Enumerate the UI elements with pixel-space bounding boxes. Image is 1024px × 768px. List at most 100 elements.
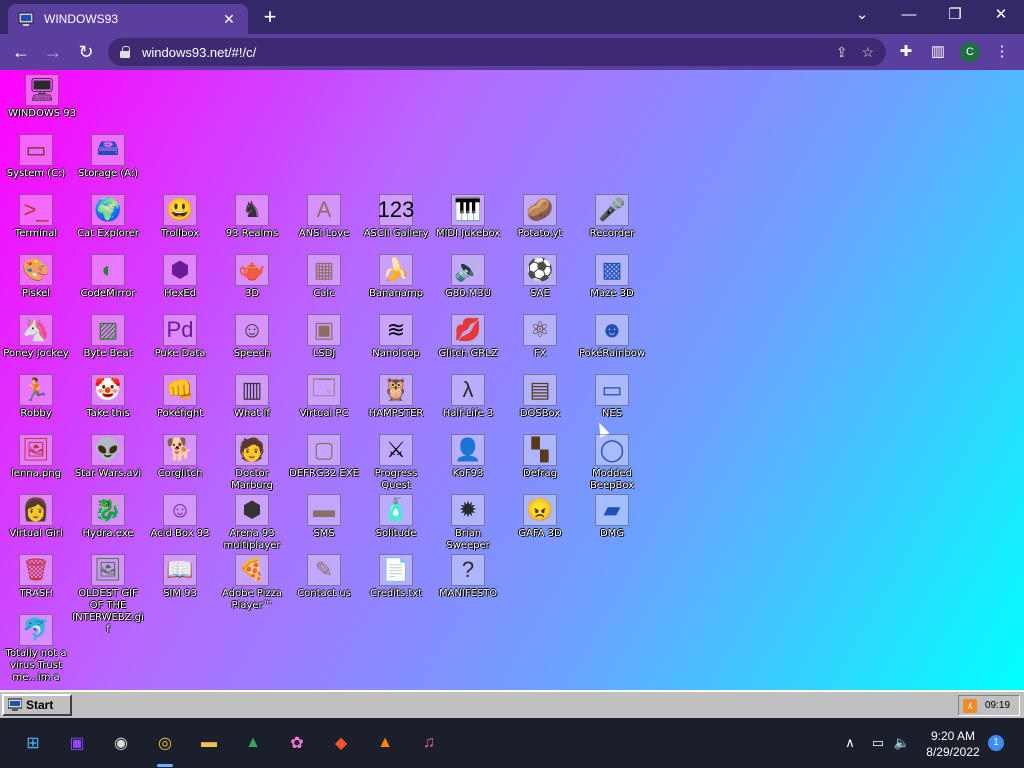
desktop-icon[interactable]: ⚔ Progress Quest [360, 434, 432, 492]
bookmark-star-icon[interactable]: ☆ [861, 44, 874, 61]
desktop-icon[interactable]: 👩 Virtual Girl [0, 494, 72, 540]
hydra-icon[interactable]: 🐉 [91, 494, 125, 526]
owl-icon[interactable]: 🦉 [379, 374, 413, 406]
os-clock[interactable]: 9:20 AM 8/29/2022 [918, 728, 988, 760]
itunes-icon[interactable]: ♫ [416, 730, 442, 756]
keyboard-icon[interactable]: 🎹 [451, 194, 485, 226]
desktop-icon[interactable]: 🧴 Solitude [360, 494, 432, 540]
desktop-icon[interactable]: 🎤 Recorder [576, 194, 648, 240]
desktop-icon[interactable]: 🎹 MIDI Jukebox [432, 194, 504, 240]
desktop-icon[interactable]: 🧑 Doctor Marburg [216, 434, 288, 492]
reload-button[interactable]: ↻ [73, 40, 99, 64]
computer-icon[interactable]: 🖥 [25, 74, 59, 106]
stickman-icon[interactable]: 🏃 [19, 374, 53, 406]
drive-icon[interactable]: ▭ [19, 134, 53, 166]
atom-icon[interactable]: ⚛ [523, 314, 557, 346]
desktop-icon[interactable]: 🖥 WINDOWS 93 [6, 74, 78, 120]
maze-icon[interactable]: ▩ [595, 254, 629, 286]
desktop-icon[interactable]: ☺ Speech [216, 314, 288, 360]
back-button[interactable]: ← [8, 40, 34, 64]
tab-close-icon[interactable]: ✕ [220, 11, 238, 28]
face-icon[interactable]: ☺ [235, 314, 269, 346]
desktop-icon[interactable]: ✎ Contact us [288, 554, 360, 600]
pokemon-icon[interactable]: ☻ [595, 314, 629, 346]
globe-cat-icon[interactable]: 🌍 [91, 194, 125, 226]
desktop-icon[interactable]: 🔊 G80.M3U [432, 254, 504, 300]
amiga-ball-icon[interactable]: ⚽ [523, 254, 557, 286]
forward-button[interactable]: → [40, 40, 66, 64]
wave-icon[interactable]: ≋ [379, 314, 413, 346]
start-button[interactable]: Start [2, 694, 72, 716]
cube-icon[interactable]: ⬢ [163, 254, 197, 286]
palette-icon[interactable]: 🎨 [19, 254, 53, 286]
desktop-icon[interactable]: 📖 SIM 93 [144, 554, 216, 600]
desktop-icon[interactable]: ≋ Nanoloop [360, 314, 432, 360]
clown-icon[interactable]: 🤡 [91, 374, 125, 406]
question-mark-icon[interactable]: ? [451, 554, 485, 586]
url-text[interactable]: windows93.net/#!/c/ [142, 45, 822, 60]
smiley-icon[interactable]: ☺ [163, 494, 197, 526]
vlc-icon[interactable]: ▲ [372, 730, 398, 756]
desktop-icon[interactable]: 🫖 3D [216, 254, 288, 300]
file-explorer-icon[interactable]: ▬ [196, 730, 222, 756]
bottle-icon[interactable]: 🧴 [379, 494, 413, 526]
nes-icon[interactable]: ▭ [595, 374, 629, 406]
console-icon[interactable]: ▬ [307, 494, 341, 526]
banana-icon[interactable]: 🍌 [379, 254, 413, 286]
chrome-icon[interactable]: ◎ [152, 730, 178, 756]
floppy-drive-icon[interactable]: 🖴 [91, 134, 125, 166]
corgi-icon[interactable]: 🐕 [163, 434, 197, 466]
desktop-icon[interactable]: ▭ NES [576, 374, 648, 420]
desktop-icon[interactable]: 🦉 HAMPSTER [360, 374, 432, 420]
gameboy-icon[interactable]: ▣ [307, 314, 341, 346]
desktop-icon[interactable]: 🍌 Bananamp [360, 254, 432, 300]
bytebeat-icon[interactable]: ▨ [91, 314, 125, 346]
obs-icon[interactable]: ◉ [108, 730, 134, 756]
desktop-icon[interactable]: ▨ Byte Beat [72, 314, 144, 360]
rss-icon[interactable]: ʎ [963, 698, 977, 713]
lips-icon[interactable]: 💋 [451, 314, 485, 346]
profile-avatar[interactable]: C [960, 42, 980, 62]
desktop-icon[interactable]: 👤 KoF93 [432, 434, 504, 480]
new-tab-button[interactable]: + [258, 6, 282, 28]
gif-file-icon[interactable]: 🖼 [91, 554, 125, 586]
desktop-icon[interactable]: ⬢ Arena 93 multiplayer [216, 494, 288, 552]
desktop-icon[interactable]: ▰ DMG [576, 494, 648, 540]
desktop-icon[interactable]: 💋 Glitch GRLZ [432, 314, 504, 360]
browser-menu-icon[interactable]: ⋮ [991, 42, 1013, 62]
desktop-icon[interactable]: ☻ PokéRainbow [576, 314, 648, 360]
desktop-icon[interactable]: 🎨 Piskel [0, 254, 72, 300]
google-drive-icon[interactable]: ▲ [240, 730, 266, 756]
swords-icon[interactable]: ⚔ [379, 434, 413, 466]
lambda-icon[interactable]: λ [451, 374, 485, 406]
desktop-icon[interactable]: 😠 GAFA 3D [504, 494, 576, 540]
image-file-icon[interactable]: 🖼 [19, 434, 53, 466]
pizza-icon[interactable]: 🍕 [235, 554, 269, 586]
knight-icon[interactable]: ♞ [235, 194, 269, 226]
desktop-icon[interactable]: 123 ASCII Gallery [360, 194, 432, 240]
desktop-icon[interactable]: 🐕 Corglitch [144, 434, 216, 480]
defrag-monitor-icon[interactable]: ▢ [307, 434, 341, 466]
desktop-icon[interactable]: 📄 Credits.txt [360, 554, 432, 600]
minimize-button[interactable]: — [893, 4, 925, 26]
desktop-icon[interactable]: 🗔 Virtual PC [288, 374, 360, 420]
virtual-pc-icon[interactable]: 🗔 [307, 374, 341, 406]
text-file-icon[interactable]: 📄 [379, 554, 413, 586]
beepbox-icon[interactable]: ◯ [595, 434, 629, 466]
restore-button[interactable]: ❐ [939, 4, 971, 26]
dosbox-icon[interactable]: ▤ [523, 374, 557, 406]
puke-data-icon[interactable]: Pd [163, 314, 197, 346]
teapot-icon[interactable]: 🫖 [235, 254, 269, 286]
network-icon[interactable]: ▭ [869, 734, 887, 752]
desktop-icon[interactable]: 👽 Star Wars.avi [72, 434, 144, 480]
speaker-file-icon[interactable]: 🔊 [451, 254, 485, 286]
desktop-icon[interactable]: 🖼 OLDEST GIF OF THE INTERWEBZ.gif [72, 554, 144, 636]
windows93-desktop[interactable]: 🖥 WINDOWS 93 ▭ System (C:) 🖴 Storage (A:) >_ Te… [0, 70, 1024, 690]
yoda-icon[interactable]: 👽 [91, 434, 125, 466]
desktop-icon[interactable]: 🖴 Storage (A:) [72, 134, 144, 180]
desktop-icon[interactable]: ◐ CodeMirror [72, 254, 144, 300]
desktop-icon[interactable]: ▩ Maze 3D [576, 254, 648, 300]
microphone-icon[interactable]: 🎤 [595, 194, 629, 226]
desktop-icon[interactable]: 🐬 Totally not a virus.Trust me...im a [0, 614, 72, 684]
desktop-icon[interactable]: ▤ DOSBox [504, 374, 576, 420]
